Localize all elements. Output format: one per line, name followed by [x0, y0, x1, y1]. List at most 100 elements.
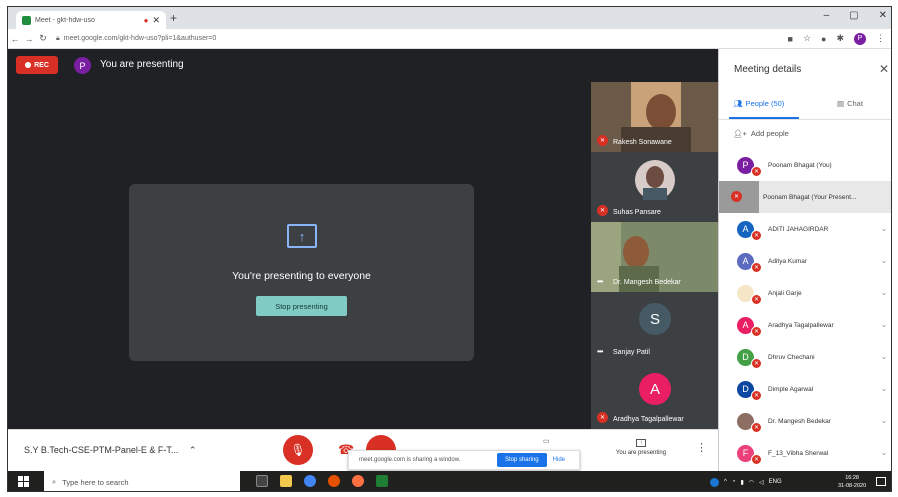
reload-icon[interactable]: ↻ [36, 33, 50, 44]
presenter-avatar: P [74, 57, 91, 74]
present-now-label: You are presenting [615, 450, 667, 456]
participant-row[interactable]: F ✕ F_13_Vibha Sherwal ⌄ [719, 437, 891, 469]
participant-row[interactable]: D ✕ Dimple Agarwal ⌄ [719, 373, 891, 405]
avatar-initial: A [742, 320, 749, 330]
maximize-button[interactable]: ▢ [849, 10, 858, 21]
participant-row[interactable]: ✕ Anjali Garje ⌄ [719, 277, 891, 309]
profile-avatar[interactable]: P [854, 32, 866, 45]
chevron-down-icon[interactable]: ⌄ [874, 449, 891, 457]
presenting-card: ↑ You're presenting to everyone Stop pre… [129, 184, 474, 361]
chevron-up-icon: ⌃ [188, 445, 197, 455]
participant-avatar: S [639, 303, 671, 335]
chevron-up-icon[interactable]: ^ [724, 479, 727, 485]
volume-icon[interactable]: ◁ [759, 479, 764, 486]
avatar-initial: P [742, 160, 749, 170]
mic-off-icon: 🎙︎ [290, 443, 306, 457]
tab-people[interactable]: 👥︎ People (50) [733, 99, 784, 108]
muted-mic-icon: ✕ [751, 453, 762, 465]
presenting-message: You're presenting to everyone [232, 270, 371, 282]
stop-presenting-button[interactable]: Stop presenting [256, 296, 347, 316]
back-icon[interactable]: ← [8, 34, 22, 44]
participant-row[interactable]: D ✕ Dhruv Chechani ⌄ [719, 341, 891, 373]
tray-app-icon[interactable] [710, 477, 719, 487]
participant-tile[interactable]: ••• Dr. Mangesh Bedekar [591, 222, 718, 292]
star-icon[interactable]: ☆ [803, 33, 811, 44]
camera-permission-icon[interactable]: ■ [788, 34, 793, 44]
notifications-icon[interactable] [876, 477, 886, 486]
browser-tab[interactable]: Meet - gkt-hdw-uso ● ✕ [16, 11, 166, 29]
tab-chat[interactable]: ▤ Chat [837, 99, 863, 108]
people-list: P ✕ Poonam Bhagat (You) ✕ Poonam Bhagat (You… [719, 149, 891, 469]
chrome-icon[interactable] [304, 475, 316, 487]
forward-icon[interactable]: → [22, 34, 36, 44]
participant-row[interactable]: A ✕ Aradhya Tagalpallewar ⌄ [719, 309, 891, 341]
avatar-initial: A [742, 224, 749, 234]
meeting-control-bar: S.Y B.Tech-CSE-PTM-Panel-E & F-T... ⌃ 🎙︎… [8, 429, 718, 471]
chevron-down-icon[interactable]: ⌄ [874, 385, 891, 393]
meeting-title[interactable]: S.Y B.Tech-CSE-PTM-Panel-E & F-T... ⌃ [24, 445, 196, 456]
windows-start-icon[interactable] [18, 476, 29, 487]
participant-row[interactable]: P ✕ Poonam Bhagat (You) [719, 149, 891, 181]
task-view-icon[interactable] [256, 475, 268, 487]
participant-row[interactable]: ✕ Dr. Mangesh Bedekar ⌄ [719, 405, 891, 437]
chevron-down-icon[interactable]: ⌄ [874, 321, 891, 329]
muted-mic-icon: ✕ [751, 261, 762, 273]
battery-icon[interactable]: ▮ [740, 479, 743, 486]
chevron-down-icon[interactable]: ⌄ [874, 257, 891, 265]
taskbar-search[interactable]: ⌕ Type here to search [44, 471, 240, 491]
more-options-icon[interactable]: ⋮ [696, 441, 707, 454]
recording-badge: REC [16, 56, 58, 74]
puzzle-icon[interactable]: ✱ [836, 33, 844, 44]
present-now-button[interactable]: ↑ You are presenting [606, 439, 676, 456]
muted-mic-icon: ✕ [597, 205, 608, 216]
excel-icon[interactable] [376, 475, 388, 487]
close-window-button[interactable]: ✕ [879, 10, 887, 21]
avatar-initial: D [742, 384, 749, 394]
chevron-down-icon[interactable]: ⌄ [874, 353, 891, 361]
sharing-notification-bar: meet.google.com is sharing a window. Sto… [348, 450, 580, 470]
browser-tab-bar: Meet - gkt-hdw-uso ● ✕ + – ▢ ✕ [8, 7, 891, 29]
tab-close-icon[interactable]: ✕ [152, 15, 166, 26]
minimize-button[interactable]: – [824, 10, 830, 21]
firefox-icon[interactable] [328, 475, 340, 487]
chevron-down-icon[interactable]: ⌄ [874, 417, 891, 425]
chevron-down-icon[interactable]: ⌄ [874, 225, 891, 233]
toolbar-icons: ■ ☆ ● ✱ P ⋮ [788, 32, 892, 45]
extension-icon[interactable]: ● [821, 34, 826, 44]
search-icon: ⌕ [52, 477, 57, 486]
add-people-label: Add people [750, 129, 789, 138]
screen: Meet - gkt-hdw-uso ● ✕ + – ▢ ✕ ← → ↻ 🔒︎ … [7, 6, 892, 492]
participant-avatar: A [639, 373, 671, 405]
chevron-down-icon[interactable]: ⌄ [874, 289, 891, 297]
participant-row[interactable]: A ✕ ADITI JAHAGIRDAR ⌄ [719, 213, 891, 245]
participant-avatar: ✕ [737, 412, 762, 433]
chat-icon: ▤ [837, 99, 845, 108]
browser-nav-bar: ← → ↻ 🔒︎ meet.google.com/gkt-hdw-uso?pli… [8, 29, 892, 49]
network-icon[interactable]: ◔ [732, 479, 736, 485]
browser-app-icon[interactable] [352, 475, 364, 487]
avatar-initial: D [742, 352, 749, 362]
file-explorer-icon[interactable] [280, 475, 292, 487]
stop-sharing-button[interactable]: Stop sharing [496, 453, 547, 467]
participant-tile[interactable]: ✕ Suhas Pansare [591, 152, 718, 222]
captions-button[interactable]: ▭ [543, 437, 550, 445]
add-people-button[interactable]: 👤︎+ Add people [733, 129, 789, 138]
hide-button[interactable]: Hide [553, 457, 565, 463]
wifi-icon[interactable]: ◠ [749, 479, 754, 486]
participant-row[interactable]: A ✕ Aditya Kumar ⌄ [719, 245, 891, 277]
participant-tile[interactable]: ✕ Rakesh Sonawane [591, 82, 718, 152]
participant-tile[interactable]: A ✕ Aradhya Tagalpallewar [591, 362, 718, 429]
clock[interactable]: 16:28 31-08-2020 [838, 474, 866, 490]
mic-toggle-button[interactable]: 🎙︎ [283, 435, 313, 465]
participant-tile[interactable]: S ••• Sanjay Patil [591, 292, 718, 362]
menu-icon[interactable]: ⋮ [876, 33, 885, 44]
muted-mic-icon: ✕ [597, 412, 608, 423]
muted-mic-icon: ✕ [597, 135, 608, 146]
close-icon[interactable]: ✕ [879, 62, 889, 76]
new-tab-button[interactable]: + [170, 11, 177, 25]
tile-name: Rakesh Sonawane [613, 139, 672, 146]
address-bar[interactable]: 🔒︎ meet.google.com/gkt-hdw-uso?pli=1&aut… [56, 32, 616, 46]
meet-favicon [22, 15, 31, 25]
participant-row[interactable]: ✕ Poonam Bhagat (Your Present... [719, 181, 891, 213]
language-indicator[interactable]: ENG [769, 479, 782, 485]
